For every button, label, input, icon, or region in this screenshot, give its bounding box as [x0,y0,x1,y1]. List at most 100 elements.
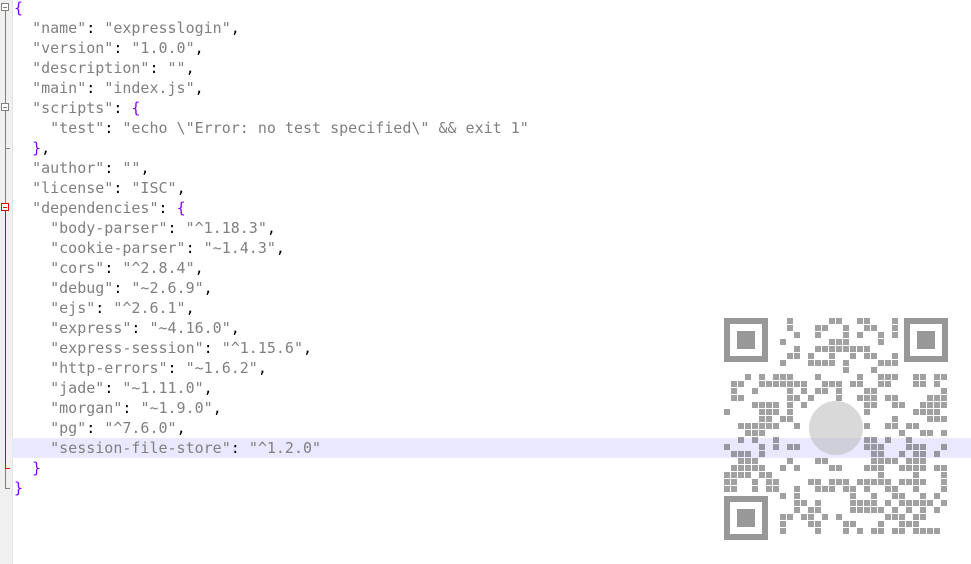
token-str: "echo \"Error: no test specified\" && ex… [122,119,529,137]
token-punc: , [203,379,213,397]
code-line[interactable]: "version": "1.0.0", [12,38,971,58]
token-str: "index.js" [104,79,195,97]
token-key: "author" [32,159,105,177]
token-key: "express-session" [50,339,204,357]
code-line[interactable]: "test": "echo \"Error: no test specified… [12,118,971,138]
token-key: "name" [32,19,87,37]
token-str: "expresslogin" [104,19,231,37]
token-punc: , [194,39,204,57]
code-line[interactable]: "dependencies": { [12,198,971,218]
token-punc: : [86,79,105,97]
token-str: "" [167,59,186,77]
code-line[interactable]: "name": "expresslogin", [12,18,971,38]
code-line[interactable]: "cookie-parser": "~1.4.3", [12,238,971,258]
token-str: "~1.11.0" [122,379,204,397]
token-key: "dependencies" [32,199,159,217]
token-punc: , [266,219,276,237]
code-line[interactable]: "ejs": "^2.6.1", [12,298,971,318]
token-str: "~2.6.9" [131,279,204,297]
token-key: "license" [32,179,114,197]
code-line[interactable]: "debug": "~2.6.9", [12,278,971,298]
token-str: "~1.6.2" [185,359,258,377]
code-line[interactable]: "scripts": { [12,98,971,118]
token-punc: , [185,59,195,77]
token-key: "body-parser" [50,219,168,237]
token-key: "test" [50,119,105,137]
token-key: "scripts" [32,99,114,117]
token-key: "session-file-store" [50,439,231,457]
code-line[interactable]: "cors": "^2.8.4", [12,258,971,278]
fold-toggle-icon[interactable] [1,103,9,111]
token-key: "http-errors" [50,359,168,377]
token-str: "^2.8.4" [122,259,195,277]
code-line[interactable]: "description": "", [12,58,971,78]
token-punc: : [104,159,123,177]
token-punc: : [104,259,123,277]
code-line[interactable]: "body-parser": "^1.18.3", [12,218,971,238]
fold-toggle-icon[interactable] [1,3,9,11]
token-brace: } [32,139,42,157]
token-punc: : [113,99,132,117]
token-punc: , [194,79,204,97]
token-punc: , [212,399,222,417]
code-line[interactable]: "main": "index.js", [12,78,971,98]
token-punc: : [113,279,132,297]
token-punc: , [230,319,240,337]
code-line[interactable]: "author": "", [12,158,971,178]
fold-guide [5,211,6,468]
token-str: "^7.6.0" [104,419,177,437]
fold-toggle-icon[interactable] [1,203,9,211]
code-line[interactable]: "license": "ISC", [12,178,971,198]
token-punc: : [113,179,132,197]
qr-code-icon [724,318,948,540]
token-str: "^1.18.3" [185,219,267,237]
token-punc: , [176,179,186,197]
token-key: "pg" [50,419,87,437]
token-str: "~1.9.0" [140,399,213,417]
token-key: "version" [32,39,114,57]
token-punc: , [257,359,267,377]
token-key: "cors" [50,259,105,277]
token-punc: : [95,299,114,317]
token-punc: , [176,419,186,437]
token-punc: : [131,319,150,337]
token-punc: , [303,339,313,357]
token-punc: , [140,159,150,177]
code-line[interactable]: { [12,0,971,18]
token-str: "" [122,159,141,177]
token-punc: : [122,399,141,417]
token-key: "cookie-parser" [50,239,186,257]
token-punc: : [113,39,132,57]
token-punc: : [158,199,177,217]
token-punc: : [104,119,123,137]
token-punc: : [185,239,204,257]
token-str: "^2.6.1" [113,299,186,317]
token-punc: : [167,219,186,237]
token-punc: : [230,439,249,457]
token-key: "debug" [50,279,114,297]
token-brace: { [131,99,141,117]
token-str: "^1.2.0" [248,439,322,457]
token-punc: , [41,139,51,157]
token-key: "description" [32,59,150,77]
token-str: "^1.15.6" [221,339,303,357]
token-str: "~1.4.3" [203,239,276,257]
fold-end-marker [5,148,10,149]
code-line[interactable]: }, [12,138,971,158]
